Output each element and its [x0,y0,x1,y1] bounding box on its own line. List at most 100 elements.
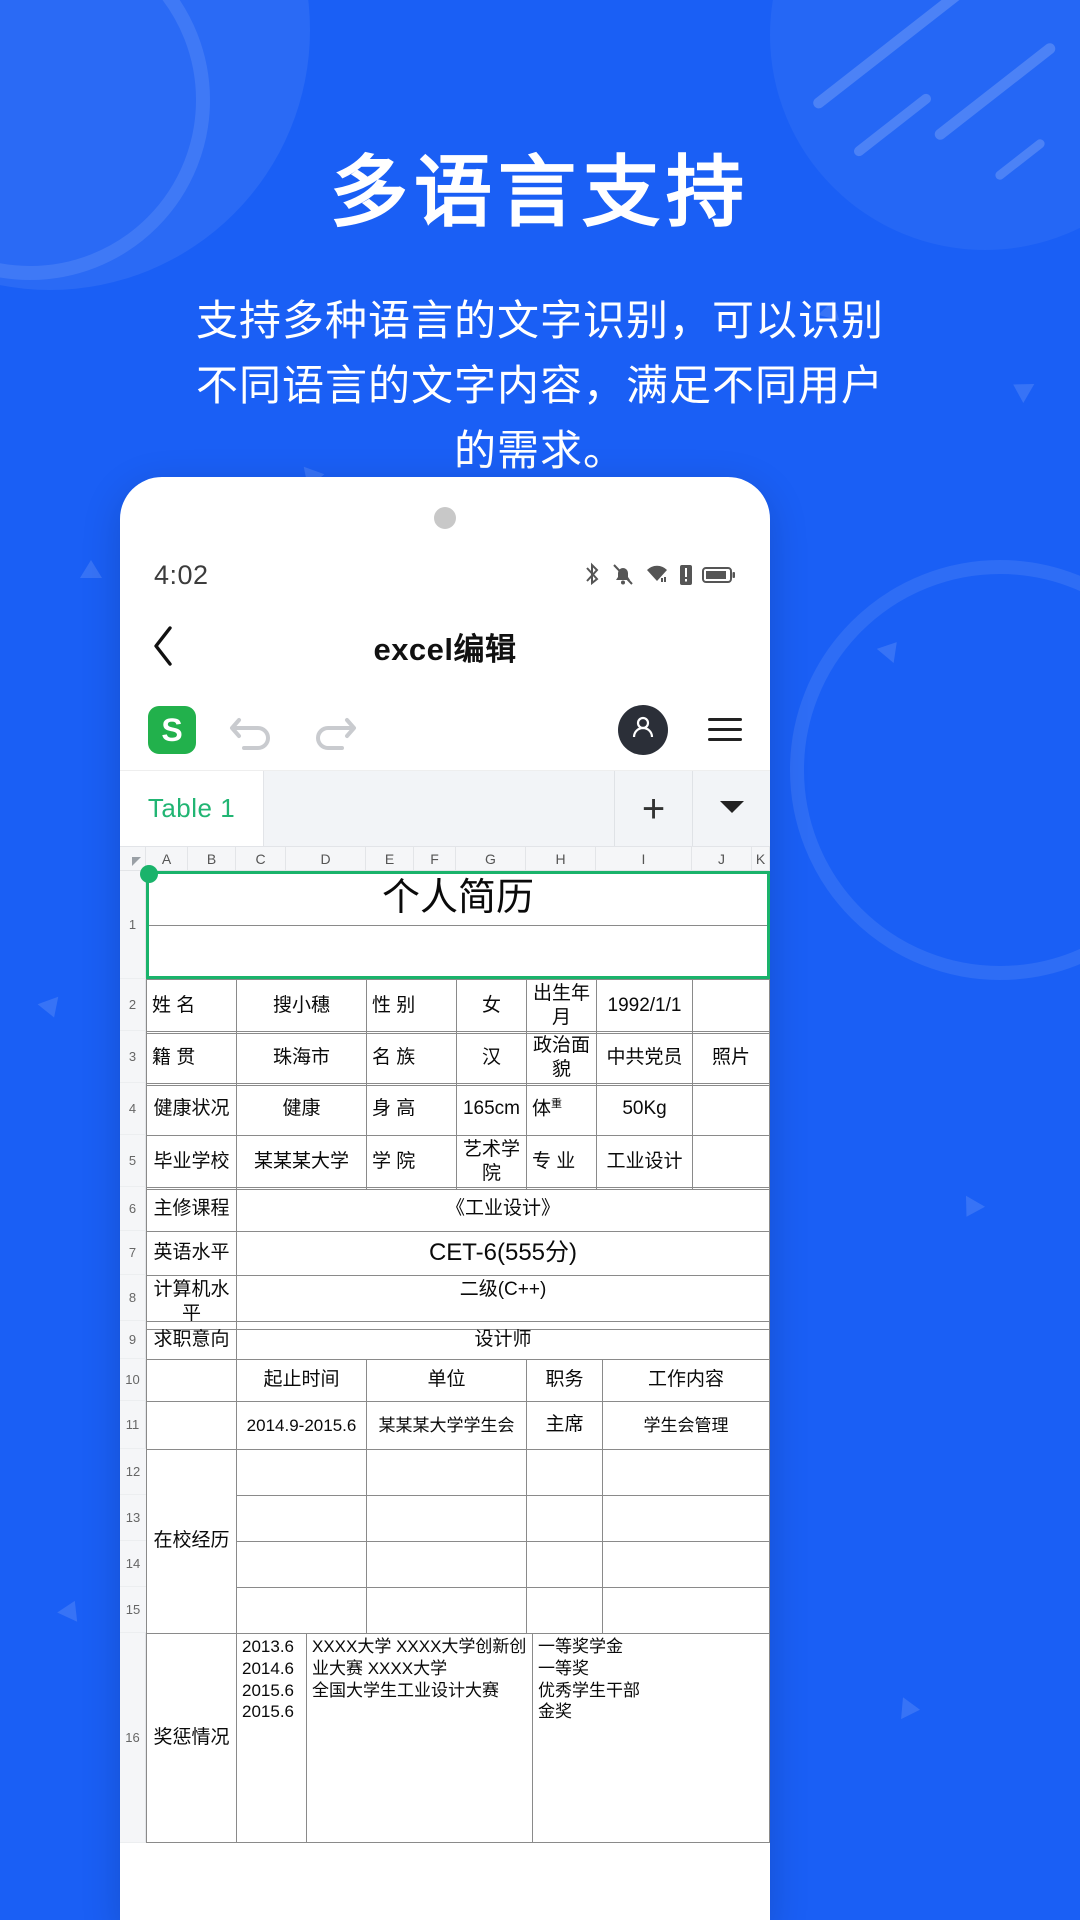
column-header-C[interactable]: C [236,847,286,870]
row-header-15[interactable]: 15 [120,1587,146,1633]
cell-intent-label[interactable]: 求职意向 [146,1321,237,1360]
cell-school-value[interactable]: 某某某大学 [236,1135,367,1190]
row-header-11[interactable]: 11 [120,1401,146,1449]
cell-award-results[interactable]: 一等奖学金 一等奖 优秀学生干部 金奖 [532,1633,770,1843]
cell-native-value[interactable]: 珠海市 [236,1031,367,1086]
row-header-7[interactable]: 7 [120,1231,146,1275]
cell-birth-label[interactable]: 出生年月 [526,979,597,1034]
row-header-5[interactable]: 5 [120,1135,146,1187]
cell-exp-head-role[interactable]: 职务 [526,1359,603,1402]
cell-exp-head-content[interactable]: 工作内容 [602,1359,770,1402]
cell-intent-value[interactable]: 设计师 [236,1321,770,1360]
column-header-E[interactable]: E [366,847,414,870]
cell-school-label[interactable]: 毕业学校 [146,1135,237,1190]
cell-ethnic-label[interactable]: 名 族 [366,1031,457,1086]
cell-photo-cont2[interactable] [692,1135,770,1190]
cell-height-label[interactable]: 身 高 [366,1083,457,1136]
cell-blank[interactable] [526,1587,603,1634]
cell-blank[interactable] [366,1495,527,1542]
row-header-8[interactable]: 8 [120,1275,146,1321]
add-sheet-button[interactable]: + [614,771,692,846]
cell-political-label[interactable]: 政治面貌 [526,1031,597,1086]
cell-english-value[interactable]: CET-6(555分) [236,1231,770,1276]
cell-gender-value[interactable]: 女 [456,979,527,1034]
hamburger-menu-button[interactable] [708,718,742,741]
cell-political-value[interactable]: 中共党员 [596,1031,693,1086]
cell-health-label[interactable]: 健康状况 [146,1083,237,1136]
row-header-4[interactable]: 4 [120,1083,146,1135]
cell-course-label[interactable]: 主修课程 [146,1187,237,1232]
cell-gender-label[interactable]: 性 别 [366,979,457,1034]
cell-blank[interactable] [526,1495,603,1542]
cell-course-value[interactable]: 《工业设计》 [236,1187,770,1232]
cell-exp-label[interactable]: 在校经历 [146,1449,237,1634]
cell-exp-role-1[interactable]: 主席 [526,1401,603,1450]
cell-height-value[interactable]: 165cm [456,1083,527,1136]
column-header-B[interactable]: B [188,847,236,870]
cell-award-label[interactable]: 奖惩情况 [146,1633,237,1843]
cell-college-value[interactable]: 艺术学院 [456,1135,527,1190]
cell-weight-label[interactable]: 体重 [526,1083,597,1136]
cell-blank[interactable] [602,1495,770,1542]
cell-blank[interactable] [236,1587,367,1634]
row-header-9[interactable]: 9 [120,1321,146,1359]
select-all-corner[interactable] [120,847,146,870]
redo-button[interactable] [308,708,360,752]
column-header-H[interactable]: H [526,847,596,870]
cell-exp-blank-2[interactable] [146,1401,237,1450]
cell-health-value[interactable]: 健康 [236,1083,367,1136]
cell-exp-time-1[interactable]: 2014.9-2015.6 [236,1401,367,1450]
column-header-A[interactable]: A [146,847,188,870]
cell-name-label[interactable]: 姓 名 [146,979,237,1034]
sheet-dropdown-button[interactable] [692,771,770,846]
cell-major-value[interactable]: 工业设计 [596,1135,693,1190]
cell-blank[interactable] [602,1587,770,1634]
cell-exp-head-org[interactable]: 单位 [366,1359,527,1402]
cell-blank[interactable] [526,1449,603,1496]
cell-exp-head-time[interactable]: 起止时间 [236,1359,367,1402]
cell-ethnic-value[interactable]: 汉 [456,1031,527,1086]
cell-weight-value[interactable]: 50Kg [596,1083,693,1136]
cell-photo[interactable] [692,979,770,1034]
back-button[interactable] [120,624,206,668]
column-header-F[interactable]: F [414,847,456,870]
row-header-13[interactable]: 13 [120,1495,146,1541]
cell-english-label[interactable]: 英语水平 [146,1231,237,1276]
column-header-K[interactable]: K [752,847,770,870]
cell-blank[interactable] [236,1541,367,1588]
row-header-16[interactable]: 16 [120,1633,146,1843]
cell-blank[interactable] [602,1541,770,1588]
undo-button[interactable] [226,708,278,752]
row-header-3[interactable]: 3 [120,1031,146,1083]
cell-college-label[interactable]: 学 院 [366,1135,457,1190]
wps-app-logo-icon[interactable]: S [148,705,196,754]
resume-title[interactable]: 个人简历 [146,871,770,926]
cell-blank[interactable] [366,1587,527,1634]
spreadsheet-grid[interactable]: A B C D E F G H I J K 1 个人简历 2 姓 名 搜小穗 性… [120,847,770,1920]
cell-blank[interactable] [236,1449,367,1496]
cell-blank[interactable] [366,1541,527,1588]
cell-photo-cont[interactable] [692,1083,770,1136]
cell-exp-org-1[interactable]: 某某某大学学生会 [366,1401,527,1450]
avatar[interactable] [618,704,668,755]
sheet-tab-table1[interactable]: Table 1 [120,771,264,846]
cell-exp-blank[interactable] [146,1359,237,1402]
cell-exp-content-1[interactable]: 学生会管理 [602,1401,770,1450]
cell-native-label[interactable]: 籍 贯 [146,1031,237,1086]
cell-birth-value[interactable]: 1992/1/1 [596,979,693,1034]
row-header-10[interactable]: 10 [120,1359,146,1401]
cell-major-label[interactable]: 专 业 [526,1135,597,1190]
cell-name-value[interactable]: 搜小穗 [236,979,367,1034]
cell-blank[interactable] [236,1495,367,1542]
row-header-14[interactable]: 14 [120,1541,146,1587]
cell-award-events[interactable]: XXXX大学 XXXX大学创新创业大赛 XXXX大学 全国大学生工业设计大赛 [306,1633,533,1843]
cell-blank[interactable] [366,1449,527,1496]
row-header-1[interactable]: 1 [120,871,146,979]
row-header-2[interactable]: 2 [120,979,146,1031]
column-header-I[interactable]: I [596,847,692,870]
row-header-6[interactable]: 6 [120,1187,146,1231]
cell-photo-label[interactable]: 照片 [692,1031,770,1086]
cell-blank[interactable] [526,1541,603,1588]
cell-blank[interactable] [602,1449,770,1496]
cell-award-dates[interactable]: 2013.6 2014.6 2015.6 2015.6 [236,1633,307,1843]
